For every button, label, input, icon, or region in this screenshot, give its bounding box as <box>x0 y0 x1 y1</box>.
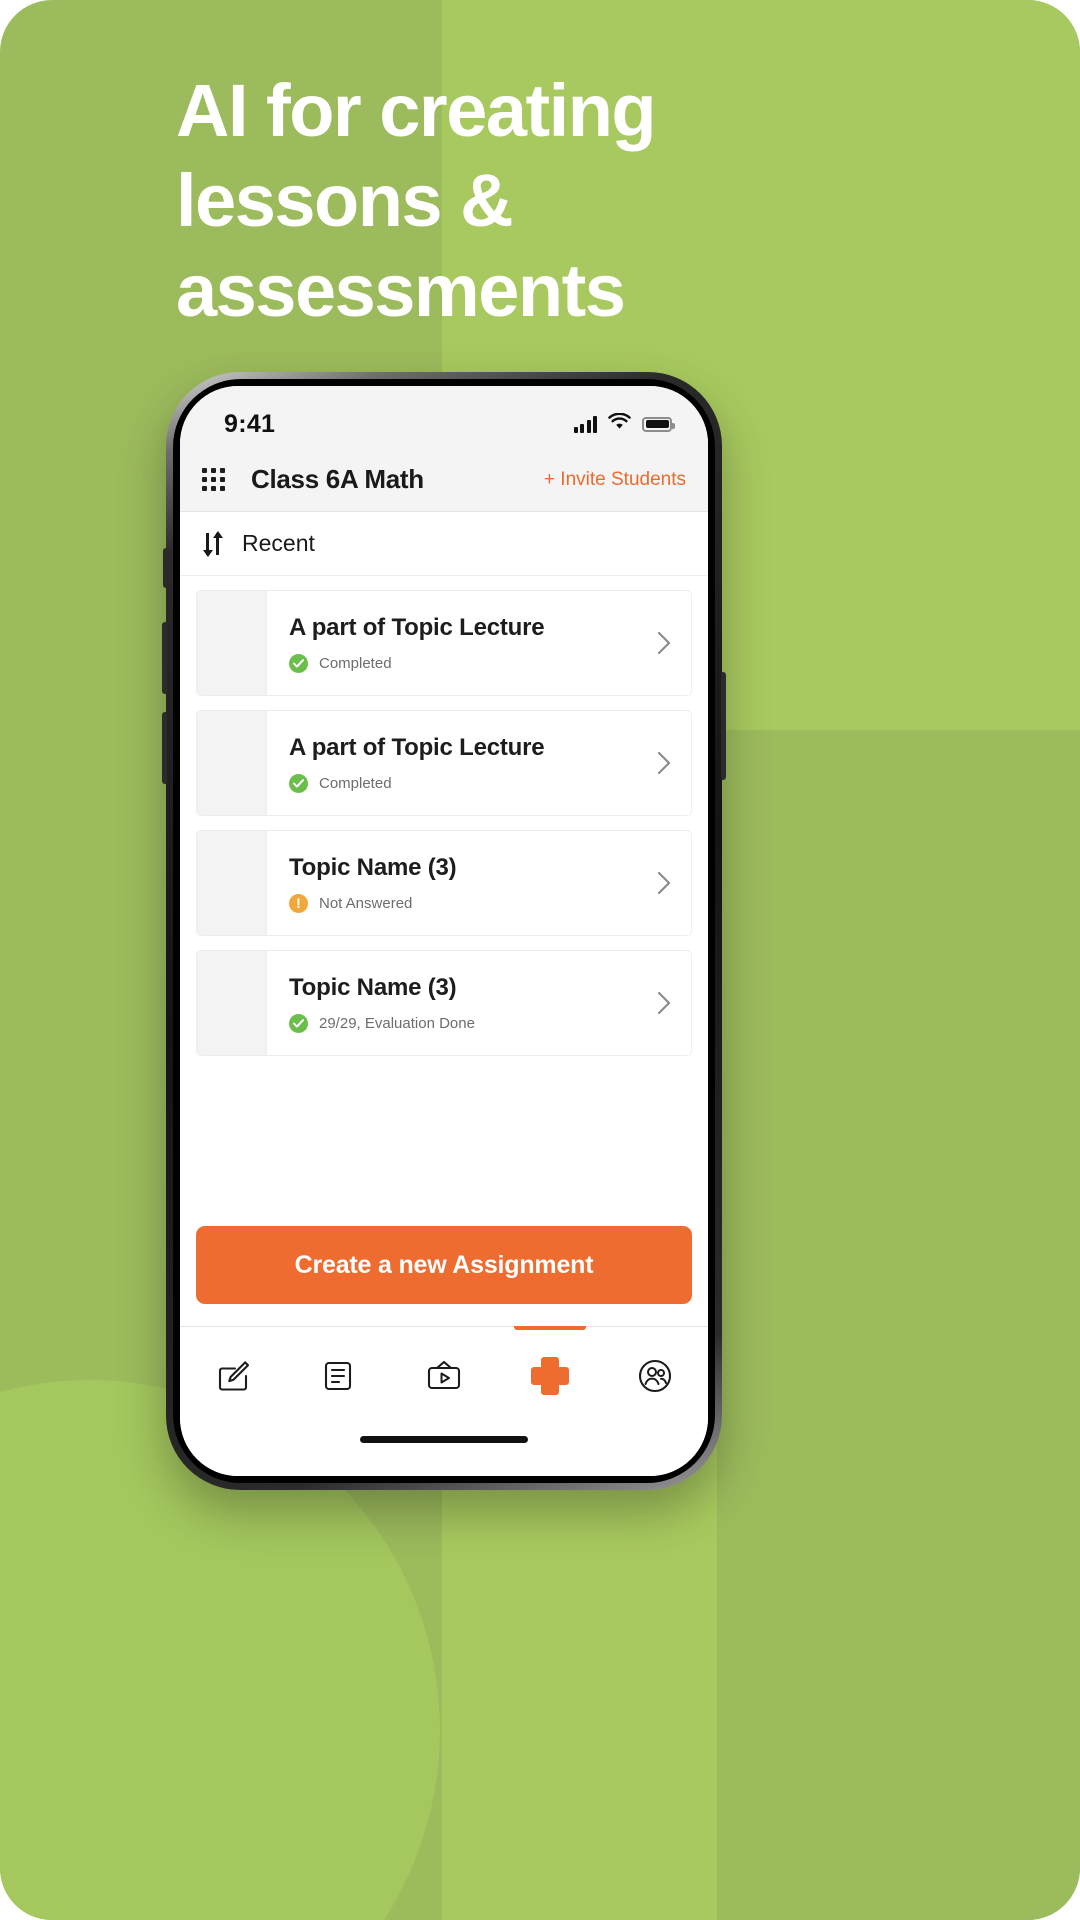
list-item[interactable]: A part of Topic Lecture Completed <box>196 590 692 696</box>
tab-create[interactable] <box>180 1327 286 1430</box>
sort-arrows-icon[interactable] <box>202 530 224 557</box>
phone-screen: 9:41 Class 6A Math + Invite Students Rec… <box>180 386 708 1476</box>
phone-silent-switch <box>163 548 167 588</box>
status-time: 9:41 <box>224 409 276 438</box>
promo-shape-bottom-right <box>740 1530 1080 1920</box>
list-item-thumbnail <box>197 711 267 815</box>
notes-document-icon <box>319 1357 357 1400</box>
list-item-status-text: Completed <box>319 654 392 672</box>
video-player-icon <box>424 1357 464 1400</box>
list-item-thumbnail <box>197 951 267 1055</box>
list-item-status: 29/29, Evaluation Done <box>289 1013 627 1033</box>
tab-active-indicator <box>513 1326 586 1330</box>
status-check-icon <box>289 1013 308 1033</box>
list-item[interactable]: Topic Name (3) 29/29, Evaluation Done <box>196 950 692 1056</box>
status-icons <box>573 412 675 435</box>
list-item-thumbnail <box>197 831 267 935</box>
list-item-title: A part of Topic Lecture <box>289 613 545 641</box>
list-item-title: Topic Name (3) <box>289 853 457 881</box>
chevron-right-icon[interactable] <box>637 951 691 1055</box>
list-item-status: Completed <box>289 653 627 673</box>
edit-pencil-square-icon <box>214 1357 252 1400</box>
status-warning-icon: ! <box>289 893 308 913</box>
phone-volume-down-button <box>162 712 167 784</box>
grid-apps-icon[interactable] <box>202 468 225 491</box>
list-item-status: Completed <box>289 773 627 793</box>
list-item-title: A part of Topic Lecture <box>289 733 545 761</box>
battery-full-icon <box>642 416 675 432</box>
list-item-status-text: Completed <box>319 774 392 792</box>
status-check-icon <box>289 653 308 673</box>
cta-container: Create a new Assignment <box>180 1226 708 1326</box>
create-assignment-button[interactable]: Create a new Assignment <box>196 1226 692 1304</box>
assignments-flower-icon <box>528 1354 572 1403</box>
list-item-body: A part of Topic Lecture Completed <box>267 711 637 815</box>
signal-bars-icon <box>573 415 597 433</box>
bottom-tab-bar <box>180 1326 708 1430</box>
list-item[interactable]: A part of Topic Lecture Completed <box>196 710 692 816</box>
assignment-list: A part of Topic Lecture Completed A part… <box>180 576 708 1226</box>
list-item-status-text: Not Answered <box>319 894 413 912</box>
app-header: Class 6A Math + Invite Students <box>180 448 708 512</box>
screenshot-root: AI for creating lessons & assessments 9:… <box>0 0 1080 1920</box>
page-title: Class 6A Math <box>251 464 424 494</box>
phone-power-button <box>721 672 726 780</box>
list-item-body: A part of Topic Lecture Completed <box>267 591 637 695</box>
chevron-right-icon[interactable] <box>637 831 691 935</box>
list-item-status-text: 29/29, Evaluation Done <box>319 1014 475 1032</box>
list-item-status: ! Not Answered <box>289 893 627 913</box>
tab-videos[interactable] <box>391 1327 497 1430</box>
tab-notes[interactable] <box>286 1327 392 1430</box>
list-item-title: Topic Name (3) <box>289 973 457 1001</box>
wifi-icon <box>608 412 631 435</box>
sort-row[interactable]: Recent <box>180 512 708 576</box>
invite-students-button[interactable]: + Invite Students <box>544 469 686 491</box>
tab-students[interactable] <box>602 1327 708 1430</box>
list-item-body: Topic Name (3) ! Not Answered <box>267 831 637 935</box>
tab-assignments[interactable] <box>497 1326 603 1430</box>
phone-mockup: 9:41 Class 6A Math + Invite Students Rec… <box>162 372 726 1490</box>
chevron-right-icon[interactable] <box>637 711 691 815</box>
chevron-right-icon[interactable] <box>637 591 691 695</box>
home-indicator[interactable] <box>360 1436 528 1443</box>
students-group-icon <box>635 1357 675 1400</box>
list-item-thumbnail <box>197 591 267 695</box>
list-item-body: Topic Name (3) 29/29, Evaluation Done <box>267 951 637 1055</box>
status-check-icon <box>289 773 308 793</box>
status-bar: 9:41 <box>180 386 708 448</box>
promo-headline: AI for creating lessons & assessments <box>176 69 657 332</box>
home-indicator-area <box>180 1430 708 1476</box>
list-item[interactable]: Topic Name (3) ! Not Answered <box>196 830 692 936</box>
sort-label: Recent <box>242 530 315 556</box>
phone-volume-up-button <box>162 622 167 694</box>
